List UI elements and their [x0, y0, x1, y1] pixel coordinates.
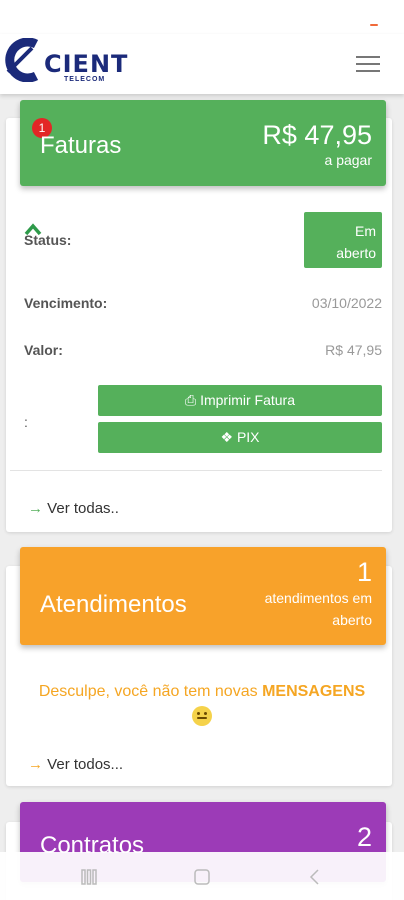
- print-invoice-label: Imprimir Fatura: [200, 392, 295, 408]
- status-bar: [0, 0, 404, 34]
- ver-todas-label: Ver todas..: [47, 500, 119, 517]
- status-value-line1: Em: [355, 223, 376, 239]
- valor-value: R$ 47,95: [325, 342, 382, 358]
- ver-todas-link[interactable]: → Ver todas..: [28, 500, 119, 517]
- message-text: Desculpe, você não tem novas: [38, 683, 258, 700]
- arrow-right-icon: →: [28, 500, 43, 517]
- pix-button[interactable]: ❖ PIX: [98, 422, 382, 453]
- back-icon[interactable]: [306, 868, 324, 886]
- pix-icon: ❖: [220, 429, 234, 445]
- atendimentos-count: 1: [356, 557, 372, 587]
- actions-label: :: [24, 414, 28, 430]
- vencimento-value: 03/10/2022: [311, 295, 382, 311]
- logo-subtext: TELECOM: [64, 76, 106, 83]
- home-icon[interactable]: [193, 868, 211, 886]
- print-invoice-button[interactable]: ⎙ Imprimir Fatura: [98, 385, 382, 416]
- menu-icon[interactable]: [356, 56, 380, 72]
- printer-icon: ⎙: [185, 392, 197, 408]
- logo-c-icon: [5, 38, 39, 82]
- atendimentos-header[interactable]: Atendimentos 1 atendimentos em aberto: [20, 547, 386, 645]
- faturas-title: Faturas: [40, 132, 122, 159]
- arrow-right-icon: →: [28, 756, 43, 773]
- app-bar: CIENT TELECOM: [0, 34, 404, 94]
- vencimento-label: Vencimento:: [24, 295, 108, 311]
- faturas-header[interactable]: 1 Faturas R$ 47,95 a pagar: [20, 100, 386, 186]
- brand-logo[interactable]: CIENT TELECOM: [2, 38, 132, 88]
- divider: [10, 470, 382, 471]
- smile-emoji-icon: [192, 705, 212, 726]
- faturas-amount: R$ 47,95: [262, 120, 372, 150]
- system-nav-bar: [0, 852, 404, 900]
- recent-apps-icon[interactable]: [80, 868, 98, 886]
- atendimentos-title: Atendimentos: [40, 591, 187, 618]
- status-label: Status:: [24, 232, 72, 248]
- notification-dot-icon: [370, 24, 378, 26]
- atendimentos-count-caption: atendimentos em aberto: [264, 590, 372, 628]
- pix-label: PIX: [236, 429, 260, 445]
- faturas-amount-caption: a pagar: [324, 152, 372, 168]
- logo-text: CIENT: [44, 50, 129, 78]
- ver-todos-link[interactable]: → Ver todos...: [28, 756, 123, 773]
- status-value-line2: aberto: [336, 245, 376, 261]
- contratos-count: 2: [356, 822, 372, 852]
- ver-todos-label: Ver todos...: [47, 756, 124, 773]
- valor-label: Valor:: [24, 342, 63, 358]
- message-bold-text: MENSAGENS: [262, 683, 366, 700]
- status-badge: Em aberto: [304, 212, 382, 268]
- empty-messages-text: Desculpe, você não tem novas MENSAGENS: [6, 680, 398, 728]
